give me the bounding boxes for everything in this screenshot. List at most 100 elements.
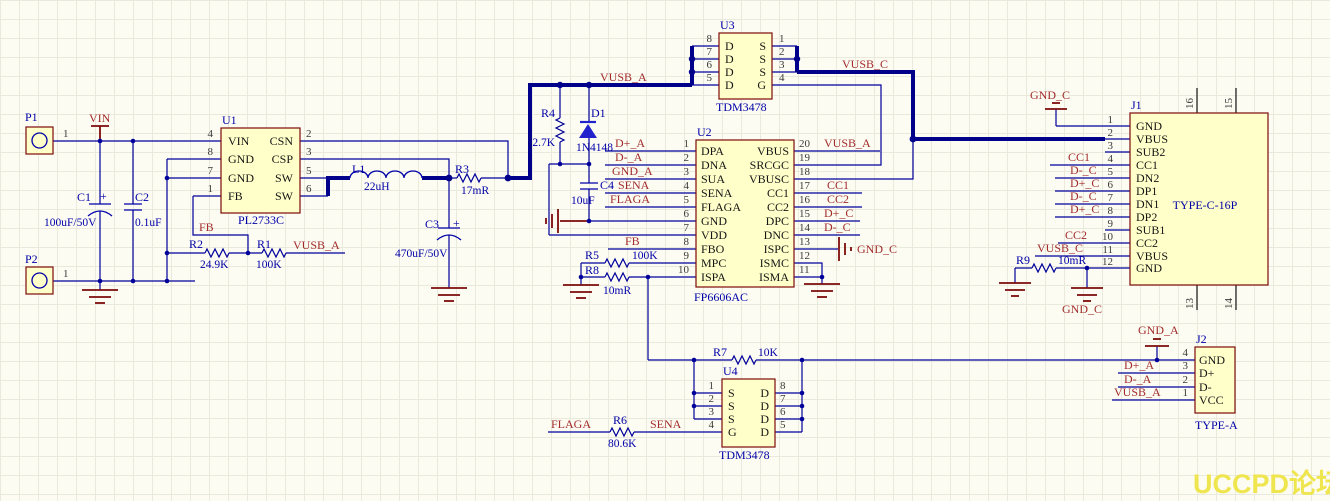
power-port-gnd-a [1145, 339, 1169, 346]
j2-part: TYPE-A [1195, 418, 1238, 432]
svg-text:15: 15 [1223, 98, 1235, 110]
svg-text:11: 11 [799, 264, 810, 276]
resistor-r9 [1032, 264, 1056, 272]
r9-value: 10mR [1058, 255, 1086, 267]
svg-text:VCC: VCC [1199, 393, 1224, 407]
svg-text:5: 5 [707, 72, 713, 84]
capacitor-c4 [580, 183, 598, 189]
net-label-dn-c: D-_C [1070, 189, 1097, 203]
svg-text:GND: GND [1199, 353, 1225, 367]
svg-text:CC1: CC1 [1136, 158, 1158, 172]
ground-earth-r5r8 [563, 285, 599, 298]
svg-text:12: 12 [799, 250, 810, 262]
svg-text:VDD: VDD [701, 228, 727, 242]
r7-ref: R7 [713, 345, 727, 359]
ground-earth-r9 [999, 283, 1031, 296]
ground-rotated-c4 [546, 209, 589, 233]
u2-part: FP6606AC [694, 290, 748, 304]
svg-text:10: 10 [678, 264, 690, 276]
l1-value: 22uH [364, 181, 390, 193]
net-label-vusb-a: VUSB_A [1114, 385, 1161, 399]
svg-text:ISMC: ISMC [760, 256, 789, 270]
svg-text:VBUS: VBUS [1136, 132, 1168, 146]
r6-value: 80.6K [608, 438, 637, 450]
svg-text:2: 2 [1183, 374, 1189, 386]
net-label-vin: VIN [89, 111, 111, 125]
svg-text:4: 4 [208, 128, 214, 140]
svg-text:7: 7 [684, 222, 690, 234]
u3-ref: U3 [720, 18, 735, 32]
svg-text:6: 6 [780, 406, 786, 418]
svg-text:VIN: VIN [228, 134, 250, 148]
svg-text:3: 3 [684, 166, 690, 178]
r1-value: 100K [256, 259, 282, 271]
svg-text:S: S [759, 39, 766, 53]
svg-text:9: 9 [1108, 218, 1114, 230]
svg-text:ISPC: ISPC [764, 242, 789, 256]
u4-ref: U4 [723, 364, 738, 378]
net-label-gnd-c: GND_C [857, 242, 897, 256]
net-label-dn-c: D-_C [824, 220, 851, 234]
c4-ref: C4 [600, 178, 614, 192]
net-labels: VIN FB VUSB_A VUSB_A VUSB_C D+_A D-_A GN… [89, 57, 1179, 431]
svg-text:3: 3 [779, 59, 785, 71]
r2-value: 24.9K [200, 259, 229, 271]
ground-earth-j1 [1071, 288, 1103, 301]
svg-text:D: D [725, 39, 734, 53]
net-label-dp-c: D+_C [1070, 202, 1099, 216]
svg-text:10: 10 [1102, 231, 1114, 243]
r2-ref: R2 [189, 237, 203, 251]
svg-text:S: S [759, 65, 766, 79]
p2-pin-number: 1 [63, 268, 69, 280]
svg-text:8: 8 [707, 33, 713, 45]
svg-text:1: 1 [684, 138, 690, 150]
net-label-sena: SENA [650, 417, 682, 431]
svg-text:7: 7 [208, 165, 214, 177]
svg-text:FBO: FBO [701, 242, 725, 256]
net-label-dp-c: D+_C [824, 206, 853, 220]
svg-text:FB: FB [228, 189, 243, 203]
watermark: UCCPD论坛 [1193, 469, 1330, 499]
svg-text:SUB2: SUB2 [1136, 145, 1165, 159]
svg-text:D: D [760, 399, 769, 413]
svg-text:D: D [760, 425, 769, 439]
svg-text:SUA: SUA [701, 172, 725, 186]
svg-text:8: 8 [780, 380, 786, 392]
svg-text:DPC: DPC [766, 214, 789, 228]
svg-text:VBUSC: VBUSC [749, 172, 789, 186]
r5-ref: R5 [585, 248, 599, 262]
svg-text:6: 6 [306, 183, 312, 195]
svg-text:13: 13 [1184, 298, 1196, 310]
svg-text:4: 4 [709, 419, 715, 431]
d1-value: 1N4148 [576, 142, 613, 154]
svg-text:MPC: MPC [701, 256, 726, 270]
svg-text:GND: GND [228, 152, 254, 166]
resistor-r7 [732, 356, 756, 364]
svg-text:16: 16 [1184, 98, 1196, 110]
r3-value: 17mR [461, 185, 489, 197]
svg-text:D+: D+ [1199, 366, 1215, 380]
svg-text:ISMA: ISMA [759, 270, 789, 284]
svg-text:5: 5 [306, 165, 312, 177]
svg-text:2: 2 [779, 46, 785, 58]
svg-text:S: S [728, 412, 735, 426]
r5-value: 100K [632, 250, 658, 262]
c1-ref: C1 [77, 190, 91, 204]
svg-text:G: G [757, 78, 766, 92]
r3-ref: R3 [455, 162, 469, 176]
svg-text:FLAGA: FLAGA [701, 200, 741, 214]
svg-text:1: 1 [1183, 387, 1189, 399]
svg-text:CC2: CC2 [1136, 236, 1158, 250]
r7-value: 10K [758, 347, 779, 359]
svg-text:S: S [728, 399, 735, 413]
resistor-r8 [605, 273, 629, 281]
l1-ref: L1 [352, 162, 365, 176]
svg-text:14: 14 [799, 222, 811, 234]
r6-ref: R6 [613, 413, 627, 427]
net-label-vusb-a: VUSB_A [293, 238, 340, 252]
c3-plus: + [453, 216, 460, 230]
svg-text:8: 8 [208, 146, 214, 158]
svg-text:DNA: DNA [701, 158, 727, 172]
p1-ref: P1 [25, 110, 38, 124]
r4-ref: R4 [541, 106, 555, 120]
